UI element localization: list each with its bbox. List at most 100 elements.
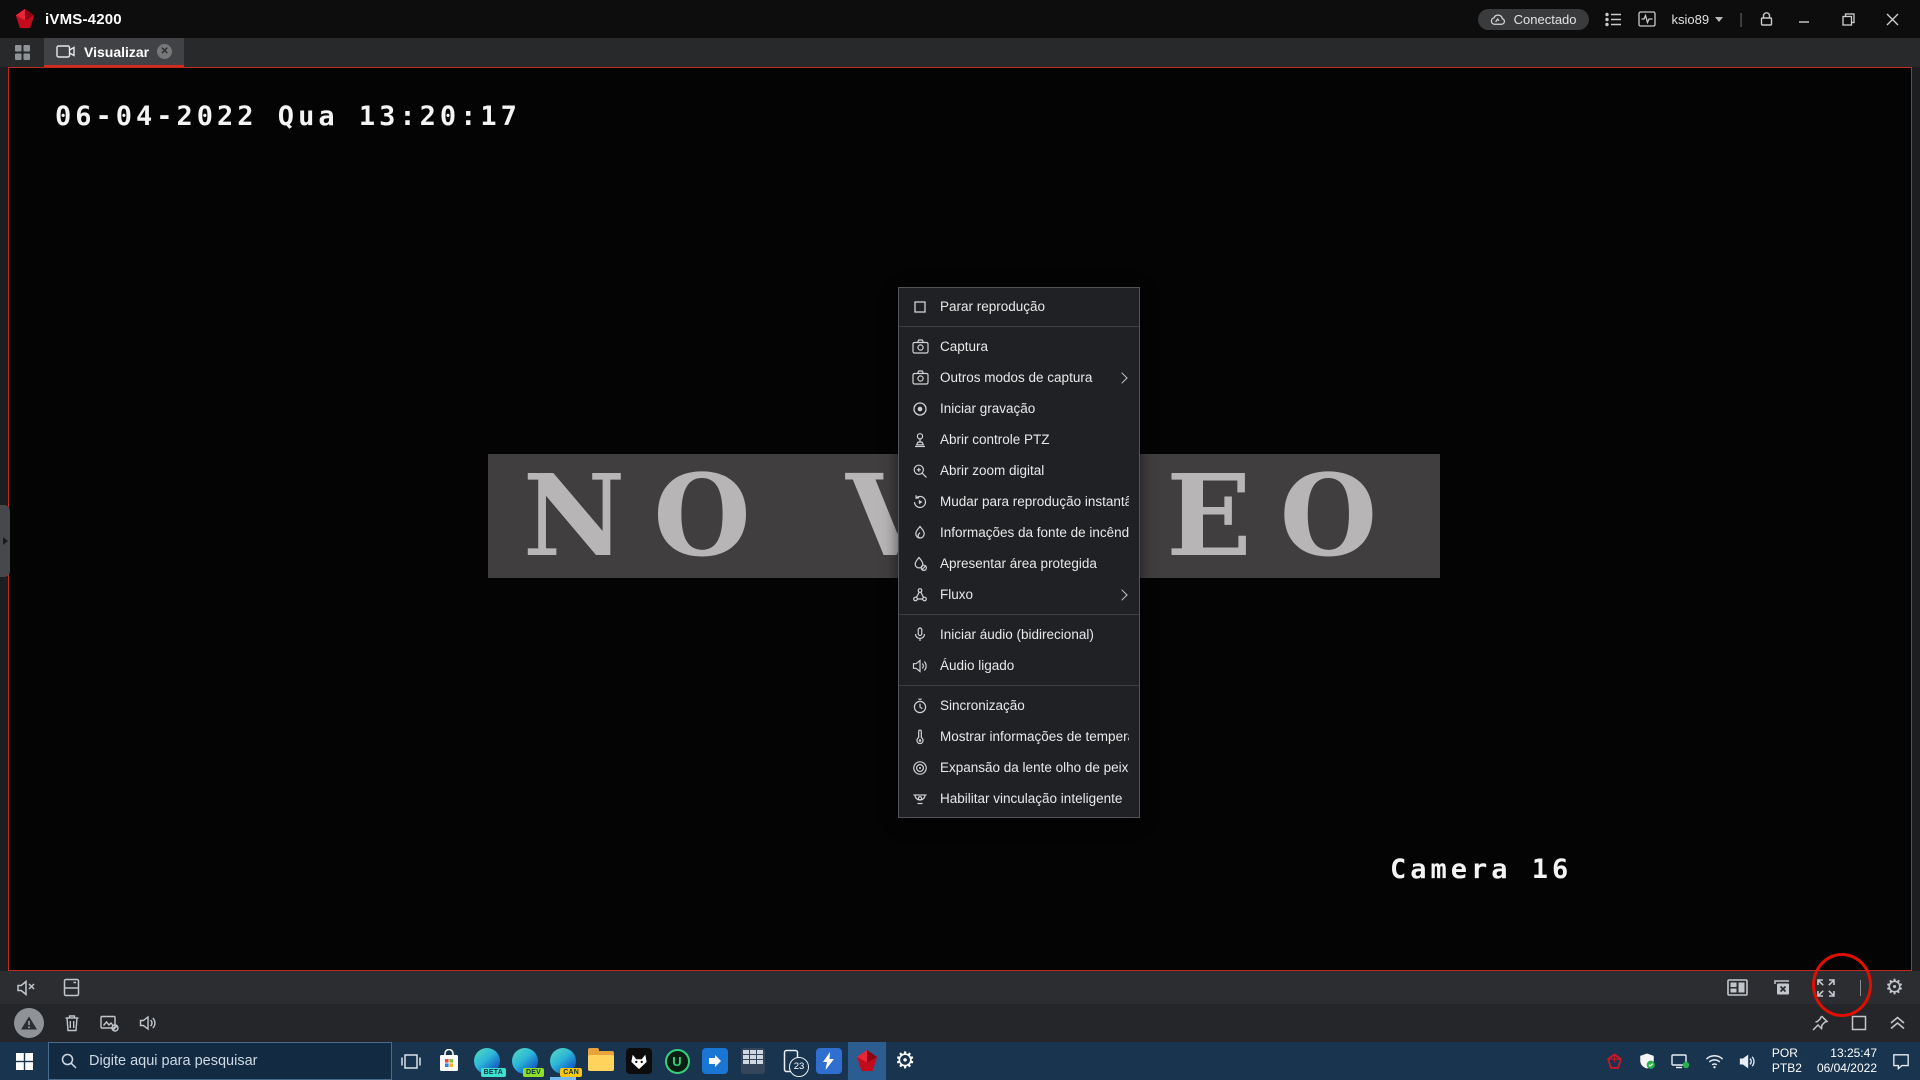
your-phone-badge: 23 [789, 1057, 809, 1077]
instant-playback-icon [912, 494, 929, 510]
taskbar-icon-edge-beta[interactable]: BETA [468, 1042, 506, 1080]
lock-icon[interactable] [1759, 11, 1774, 27]
minimize-button[interactable] [1790, 7, 1818, 31]
menu-item-two-way-audio[interactable]: Iniciar áudio (bidirecional) [899, 619, 1139, 650]
save-view-icon[interactable] [63, 978, 80, 997]
modules-grid-button[interactable] [0, 38, 44, 67]
submenu-arrow-icon [1116, 589, 1127, 600]
app-window: iVMS-4200 Conectado [0, 0, 1920, 1080]
menu-item-stop-playback[interactable]: Parar reprodução [899, 291, 1139, 322]
menu-item-capture-modes[interactable]: Outros modos de captura [899, 362, 1139, 393]
taskbar-icon-ivms[interactable] [848, 1042, 886, 1080]
alarm-icon[interactable] [14, 1008, 44, 1038]
window-division-icon[interactable] [1727, 979, 1748, 996]
tray-ivms-icon[interactable] [1606, 1053, 1623, 1070]
close-button[interactable] [1878, 7, 1906, 31]
fire-source-icon [912, 525, 929, 541]
tray-wifi-icon[interactable] [1705, 1054, 1724, 1069]
list-icon[interactable] [1605, 12, 1622, 27]
taskbar-icon-edge-canary[interactable]: CAN [544, 1042, 582, 1080]
temperature-icon [912, 729, 929, 745]
chevron-down-icon [1715, 17, 1723, 22]
record-icon [912, 401, 929, 417]
tab-close-icon[interactable]: ✕ [157, 44, 172, 59]
menu-item-temperature-info[interactable]: Mostrar informações de temperatu [899, 721, 1139, 752]
taskbar-icon-store[interactable] [430, 1042, 468, 1080]
restore-button[interactable] [1834, 7, 1862, 31]
menu-item-open-ptz[interactable]: Abrir controle PTZ [899, 424, 1139, 455]
foobar2000-icon [626, 1048, 652, 1074]
tray-volume-icon[interactable] [1739, 1054, 1757, 1069]
osd-camera-label: Camera 16 [1390, 854, 1572, 885]
titlebar-divider: | [1739, 11, 1743, 28]
connection-status-pill[interactable]: Conectado [1478, 9, 1589, 30]
windows-taskbar: Digite aqui para pesquisar BETA DEV [0, 1042, 1920, 1080]
no-image-icon[interactable] [100, 1015, 119, 1032]
taskbar-icon-settings[interactable]: ⚙ [886, 1042, 924, 1080]
menu-item-synchronization[interactable]: Sincronização [899, 690, 1139, 721]
capture-icon [912, 339, 929, 354]
document-send-icon [702, 1048, 728, 1074]
edge-beta-badge: BETA [481, 1068, 506, 1077]
menu-item-fire-source-info[interactable]: Informações da fonte de incêndio [899, 517, 1139, 548]
pin-icon[interactable] [1811, 1014, 1829, 1032]
status-monitor-icon[interactable] [1638, 11, 1656, 27]
stop-all-icon[interactable] [1772, 979, 1792, 997]
audio-enabled-icon[interactable] [139, 1015, 158, 1031]
tray-security-shield-icon[interactable] [1638, 1052, 1656, 1070]
file-explorer-icon [588, 1051, 614, 1071]
clock-time: 13:25:47 [1817, 1046, 1877, 1061]
task-view-button[interactable] [392, 1042, 430, 1080]
trash-icon[interactable] [64, 1014, 80, 1032]
menu-item-stream[interactable]: Fluxo [899, 579, 1139, 610]
capture-modes-icon [912, 370, 929, 385]
menu-item-smart-linkage[interactable]: Habilitar vinculação inteligente [899, 783, 1139, 814]
taskbar-icon-your-phone[interactable]: 23 [772, 1042, 810, 1080]
menu-item-open-digital-zoom[interactable]: Abrir zoom digital [899, 455, 1139, 486]
user-menu[interactable]: ksio89 [1672, 12, 1724, 27]
sync-icon [912, 698, 929, 714]
mute-icon[interactable] [16, 979, 37, 997]
menu-item-fisheye-expansion[interactable]: Expansão da lente olho de peixe [899, 752, 1139, 783]
language-line1: POR [1772, 1046, 1802, 1061]
taskbar-icon-document-send[interactable] [696, 1042, 734, 1080]
tray-language-indicator[interactable]: POR PTB2 [1772, 1046, 1802, 1076]
language-line2: PTB2 [1772, 1061, 1802, 1076]
calculator-icon [741, 1048, 765, 1074]
taskbar-icon-file-explorer[interactable] [582, 1042, 620, 1080]
preview-toolbar: ⚙ [0, 971, 1920, 1004]
search-icon [61, 1053, 77, 1069]
taskbar-icon-iobit[interactable]: U [658, 1042, 696, 1080]
maximize-panel-icon[interactable] [1851, 1015, 1867, 1031]
tray-display-icon[interactable] [1671, 1054, 1690, 1069]
ptz-icon [912, 432, 929, 448]
digital-zoom-icon [912, 463, 929, 479]
system-tray: POR PTB2 13:25:47 06/04/2022 [1596, 1042, 1920, 1080]
taskbar-icon-foobar2000[interactable] [620, 1042, 658, 1080]
menu-item-start-recording[interactable]: Iniciar gravação [899, 393, 1139, 424]
taskbar-icon-calculator[interactable] [734, 1042, 772, 1080]
gear-icon[interactable]: ⚙ [1885, 977, 1904, 998]
action-center-icon[interactable] [1892, 1053, 1910, 1070]
fullscreen-icon[interactable] [1816, 978, 1836, 998]
title-bar: iVMS-4200 Conectado [0, 0, 1920, 38]
tab-visualizar[interactable]: Visualizar ✕ [44, 38, 184, 67]
menu-separator [899, 614, 1139, 615]
live-view-video-area[interactable]: 06-04-2022 Qua 13:20:17 NO VIDEO Camera … [8, 67, 1912, 971]
taskbar-icon-edge-dev[interactable]: DEV [506, 1042, 544, 1080]
menu-item-audio-on[interactable]: Áudio ligado [899, 650, 1139, 681]
your-phone-icon: 23 [783, 1049, 799, 1073]
collapse-up-icon[interactable] [1889, 1016, 1906, 1030]
video-camera-icon [56, 44, 76, 59]
stream-icon [912, 587, 929, 603]
edge-beta-icon: BETA [474, 1048, 500, 1074]
taskbar-icon-bolt-app[interactable] [810, 1042, 848, 1080]
tray-clock[interactable]: 13:25:47 06/04/2022 [1817, 1046, 1877, 1076]
start-button[interactable] [0, 1042, 48, 1080]
menu-item-capture[interactable]: Captura [899, 331, 1139, 362]
taskbar-search[interactable]: Digite aqui para pesquisar [48, 1042, 392, 1080]
menu-item-protected-area[interactable]: Apresentar área protegida [899, 548, 1139, 579]
panel-collapse-handle[interactable] [0, 505, 10, 577]
menu-item-instant-playback[interactable]: Mudar para reprodução instantâne [899, 486, 1139, 517]
tab-bar: Visualizar ✕ [0, 38, 1920, 67]
